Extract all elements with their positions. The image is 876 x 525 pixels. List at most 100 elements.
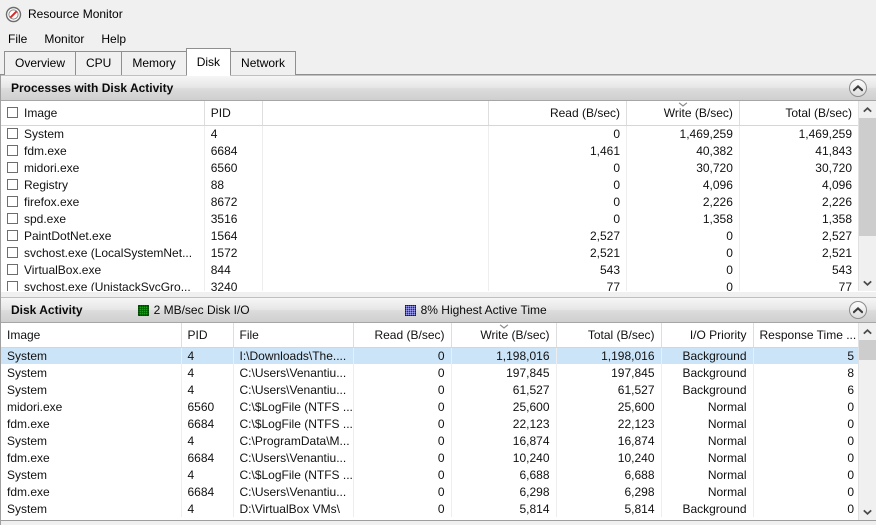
table-row[interactable]: svchost.exe (LocalSystemNet... 1572 2,52… (1, 244, 858, 261)
disk-read-cell: 0 (353, 398, 452, 415)
process-image-cell[interactable]: svchost.exe (UnistackSvcGro... (1, 278, 205, 291)
table-row[interactable]: System 4 D:\VirtualBox VMs\ 0 5,814 5,81… (1, 500, 858, 517)
row-checkbox[interactable] (7, 179, 18, 190)
row-checkbox[interactable] (7, 145, 18, 156)
table-row[interactable]: System 4 C:\Users\Venantiu... 0 61,527 6… (1, 381, 858, 398)
disk-col-image[interactable]: Image (1, 323, 182, 348)
row-checkbox[interactable] (7, 162, 18, 173)
disk-priority-cell: Background (661, 381, 754, 398)
tab-overview[interactable]: Overview (4, 51, 77, 75)
table-row[interactable]: midori.exe 6560 C:\$LogFile (NTFS ... 0 … (1, 398, 858, 415)
table-row[interactable]: spd.exe 3516 0 1,358 1,358 (1, 210, 858, 227)
table-row[interactable]: fdm.exe 6684 C:\Users\Venantiu... 0 10,2… (1, 449, 858, 466)
disk-tab-content: Processes with Disk Activity Image PID R… (0, 75, 876, 525)
processes-col-spacer[interactable] (262, 101, 490, 126)
tab-disk[interactable]: Disk (185, 48, 232, 76)
disk-response-cell: 0 (847, 416, 854, 431)
row-checkbox[interactable] (7, 128, 18, 140)
scroll-down-button[interactable] (859, 274, 876, 291)
disk-col-write[interactable]: Write (B/sec) (451, 323, 557, 348)
disk-pid-cell: 6684 (181, 483, 234, 500)
process-pid-cell: 8672 (204, 193, 264, 210)
scroll-track[interactable] (859, 118, 876, 274)
process-image-cell[interactable]: fdm.exe (1, 142, 205, 159)
table-row[interactable]: PaintDotNet.exe 1564 2,527 0 2,527 (1, 227, 858, 244)
scroll-thumb[interactable] (859, 118, 876, 236)
table-row[interactable]: System 4 0 1,469,259 1,469,259 (1, 125, 858, 142)
disk-col-io-priority[interactable]: I/O Priority (661, 323, 754, 348)
processes-col-image[interactable]: Image (1, 101, 205, 126)
scroll-track[interactable] (859, 340, 876, 503)
table-row[interactable]: firefox.exe 8672 0 2,226 2,226 (1, 193, 858, 210)
disk-file-cell: C:\$LogFile (NTFS ... (233, 398, 354, 415)
process-image-cell[interactable]: spd.exe (1, 210, 205, 227)
processes-table: Image PID Read (B/sec) Write (B/sec) Tot… (1, 101, 858, 291)
scroll-thumb[interactable] (859, 340, 876, 360)
scroll-down-button[interactable] (859, 503, 876, 520)
table-row[interactable]: fdm.exe 6684 1,461 40,382 41,843 (1, 142, 858, 159)
process-image-cell[interactable]: firefox.exe (1, 193, 205, 210)
process-image-cell[interactable]: svchost.exe (LocalSystemNet... (1, 244, 205, 261)
table-row[interactable]: fdm.exe 6684 C:\$LogFile (NTFS ... 0 22,… (1, 415, 858, 432)
row-checkbox[interactable] (7, 247, 18, 258)
tab-network[interactable]: Network (230, 51, 297, 75)
scroll-up-button[interactable] (859, 101, 876, 118)
table-row[interactable]: svchost.exe (UnistackSvcGro... 3240 77 0… (1, 278, 858, 291)
disk-activity-table: Image PID File Read (B/sec) Write (B/sec… (1, 323, 858, 517)
processes-scrollbar[interactable] (858, 101, 876, 291)
processes-col-write[interactable]: Write (B/sec) (626, 101, 740, 126)
disk-col-pid[interactable]: PID (181, 323, 234, 348)
menu-file[interactable]: File (8, 30, 35, 48)
disk-col-response-time[interactable]: Response Time ... (753, 323, 858, 348)
table-row[interactable]: VirtualBox.exe 844 543 0 543 (1, 261, 858, 278)
processes-section-header[interactable]: Processes with Disk Activity (1, 75, 876, 101)
process-total-cell: 543 (831, 262, 852, 277)
process-image-cell[interactable]: System (1, 125, 205, 142)
process-read-cell: 0 (488, 193, 627, 210)
processes-col-pid[interactable]: PID (204, 101, 264, 126)
menu-monitor[interactable]: Monitor (44, 30, 92, 48)
disk-activity-section-header[interactable]: Disk Activity 2 MB/sec Disk I/O 8% Highe… (1, 297, 876, 323)
table-row[interactable]: System 4 I:\Downloads\The.... 0 1,198,01… (1, 347, 858, 364)
disk-col-file[interactable]: File (233, 323, 354, 348)
process-image-cell[interactable]: VirtualBox.exe (1, 261, 205, 278)
table-row[interactable]: midori.exe 6560 0 30,720 30,720 (1, 159, 858, 176)
disk-image-cell: fdm.exe (1, 449, 182, 466)
disk-priority-cell: Normal (661, 415, 754, 432)
table-row[interactable]: System 4 C:\$LogFile (NTFS ... 0 6,688 6… (1, 466, 858, 483)
table-row[interactable]: System 4 C:\Users\Venantiu... 0 197,845 … (1, 364, 858, 381)
scroll-up-button[interactable] (859, 323, 876, 340)
disk-total-cell: 25,600 (556, 398, 662, 415)
select-all-checkbox[interactable] (7, 106, 18, 118)
row-checkbox[interactable] (7, 213, 18, 224)
processes-col-total[interactable]: Total (B/sec) (739, 101, 858, 126)
table-row[interactable]: fdm.exe 6684 C:\Users\Venantiu... 0 6,29… (1, 483, 858, 500)
disk-col-read[interactable]: Read (B/sec) (353, 323, 452, 348)
process-image-cell[interactable]: midori.exe (1, 159, 205, 176)
tab-cpu[interactable]: CPU (75, 51, 123, 75)
process-image-cell[interactable]: PaintDotNet.exe (1, 227, 205, 244)
processes-collapse-button[interactable] (849, 79, 867, 97)
row-checkbox[interactable] (7, 230, 18, 241)
row-checkbox[interactable] (7, 196, 18, 207)
row-checkbox[interactable] (7, 281, 18, 291)
disk-activity-collapse-button[interactable] (849, 301, 867, 319)
tab-memory[interactable]: Memory (121, 51, 187, 75)
disk-activity-table-wrap: Image PID File Read (B/sec) Write (B/sec… (1, 323, 876, 520)
disk-activity-scrollbar[interactable] (858, 323, 876, 520)
process-pid-cell: 4 (204, 125, 264, 142)
table-row[interactable]: Registry 88 0 4,096 4,096 (1, 176, 858, 193)
disk-col-total[interactable]: Total (B/sec) (556, 323, 662, 348)
disk-write-cell: 22,123 (451, 415, 557, 432)
process-image-cell[interactable]: Registry (1, 176, 205, 193)
table-row[interactable]: System 4 C:\ProgramData\M... 0 16,874 16… (1, 432, 858, 449)
menu-help[interactable]: Help (101, 30, 134, 48)
disk-file-cell: C:\Users\Venantiu... (233, 364, 354, 381)
process-spacer-cell (262, 142, 490, 159)
disk-image-cell: System (1, 500, 182, 517)
row-checkbox[interactable] (7, 264, 18, 275)
disk-pid-cell: 4 (181, 432, 234, 449)
process-write-cell: 1,358 (626, 210, 740, 227)
disk-image-cell: System (1, 466, 182, 483)
processes-col-read[interactable]: Read (B/sec) (488, 101, 627, 126)
